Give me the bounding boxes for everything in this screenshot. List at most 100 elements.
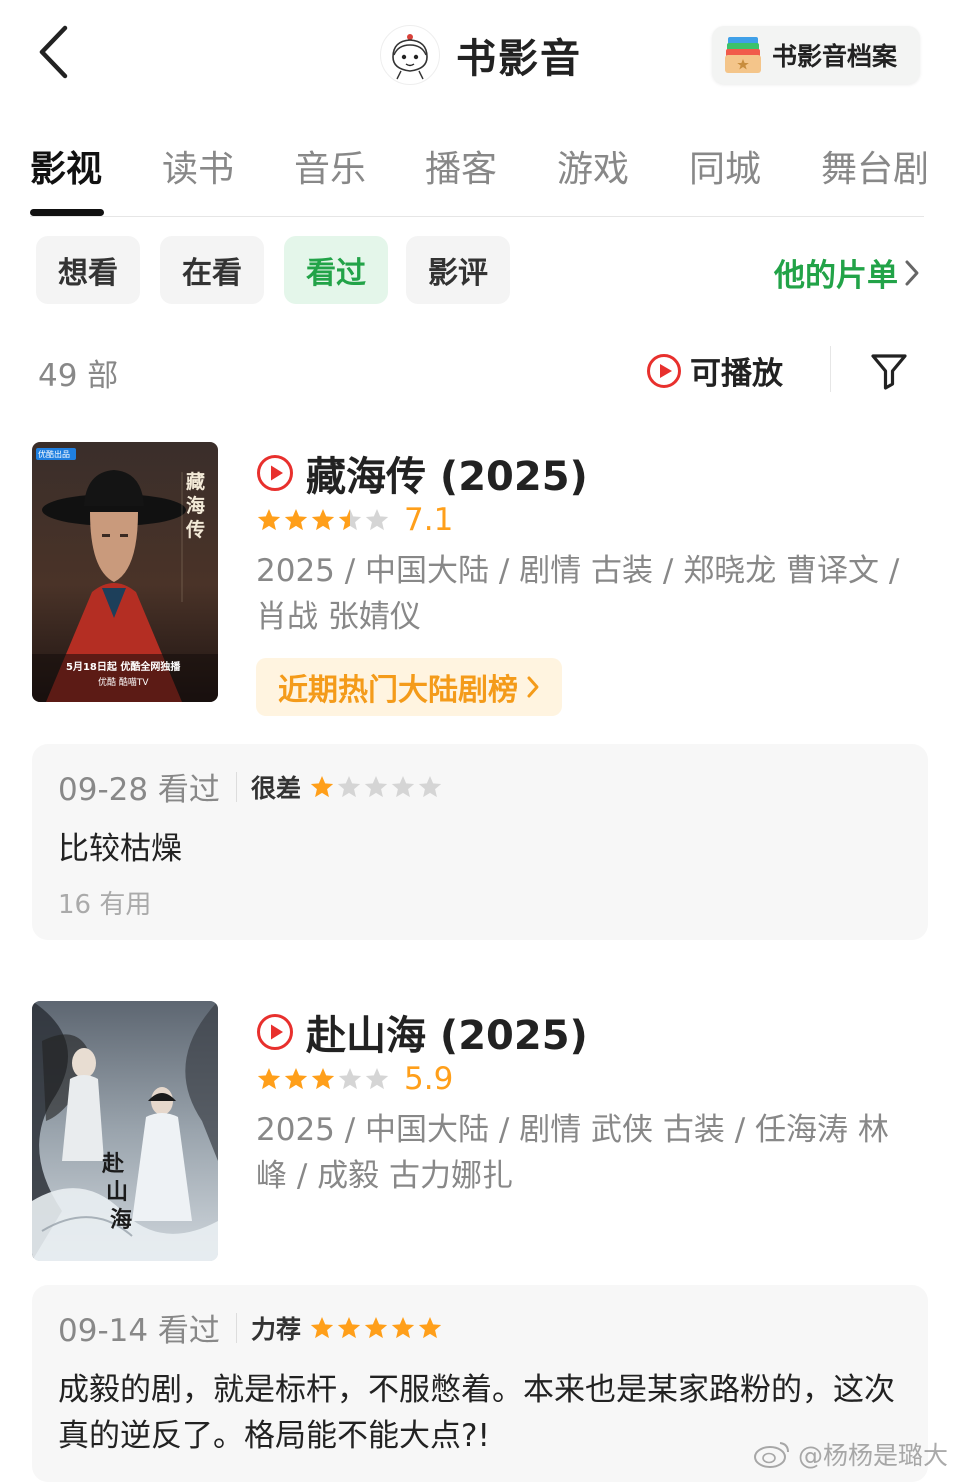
tab-stage-play[interactable]: 舞台剧 bbox=[821, 140, 929, 192]
avatar[interactable] bbox=[380, 25, 440, 85]
star-icon bbox=[310, 775, 334, 797]
review-text: 比较枯燥 bbox=[58, 831, 182, 867]
review-rating-label: 很差 bbox=[250, 773, 301, 803]
chevron-right-icon bbox=[527, 676, 539, 698]
weibo-logo-icon bbox=[753, 1442, 789, 1468]
star-icon bbox=[418, 775, 442, 797]
divider bbox=[235, 771, 237, 802]
ranking-label: 近期热门大陆剧榜 bbox=[278, 673, 518, 708]
poster-release-text: 5月18日起 优酷全网独播 bbox=[66, 660, 181, 673]
review-date: 09-28 看过 bbox=[58, 772, 220, 808]
rating-stars bbox=[256, 1066, 390, 1092]
poster-badge-text: 优酷出品 bbox=[38, 449, 70, 459]
tab-games[interactable]: 游戏 bbox=[557, 140, 629, 192]
movie-title-row: 藏海传 (2025) bbox=[256, 444, 588, 502]
item-count: 49 部 bbox=[38, 358, 119, 394]
movie-meta: 2025 / 中国大陆 / 剧情 武侠 古装 / 任海涛 林峰 / 成毅 古力娜… bbox=[256, 1112, 889, 1194]
chip-watching[interactable]: 在看 bbox=[160, 236, 264, 304]
svg-text:传: 传 bbox=[185, 518, 205, 541]
poster-image[interactable]: 赴 山 海 bbox=[32, 1001, 218, 1261]
star-icon bbox=[310, 1316, 334, 1338]
tab-music[interactable]: 音乐 bbox=[294, 140, 366, 192]
movie-title[interactable]: 赴山海 (2025) bbox=[306, 1003, 588, 1061]
svg-text:海: 海 bbox=[186, 494, 205, 517]
poster-platforms-text: 优酷 酷喵TV bbox=[98, 676, 149, 688]
chip-watched[interactable]: 看过 bbox=[284, 236, 388, 304]
play-circle-icon bbox=[647, 353, 681, 388]
review-header: 09-28 看过 很差 bbox=[58, 764, 443, 809]
play-circle-icon[interactable] bbox=[256, 454, 294, 492]
useful-count[interactable]: 16 有用 bbox=[58, 884, 151, 921]
rating-score: 7.1 bbox=[404, 502, 454, 538]
back-button[interactable] bbox=[28, 22, 78, 82]
star-icon bbox=[337, 775, 361, 797]
playable-label: 可播放 bbox=[690, 356, 783, 392]
tab-local-events[interactable]: 同城 bbox=[689, 140, 761, 192]
page-title: 书影音 bbox=[456, 36, 582, 82]
tab-books[interactable]: 读书 bbox=[162, 140, 234, 192]
star-icon bbox=[284, 508, 308, 531]
chip-reviews[interactable]: 影评 bbox=[406, 236, 510, 304]
brand: 书影音 bbox=[380, 22, 582, 88]
active-tab-indicator bbox=[30, 209, 104, 216]
funnel-icon bbox=[871, 354, 907, 390]
review-stars bbox=[309, 1315, 443, 1341]
poster-image[interactable]: 藏 海 传 优酷出品 5月18日起 优酷全网独播 优酷 酷喵TV bbox=[32, 442, 218, 702]
cartoon-avatar-icon bbox=[392, 34, 428, 80]
star-icon bbox=[284, 1067, 308, 1090]
archive-label: 书影音档案 bbox=[772, 42, 898, 71]
watermark-text: @杨杨是璐大 bbox=[797, 1441, 948, 1470]
star-icon bbox=[391, 775, 415, 797]
star-icon bbox=[365, 508, 389, 531]
divider bbox=[235, 1312, 237, 1343]
movie-title-row: 赴山海 (2025) bbox=[256, 1003, 588, 1061]
rating-stars bbox=[256, 507, 390, 533]
filter-button[interactable] bbox=[868, 350, 910, 392]
star-icon bbox=[257, 508, 281, 531]
star-icon bbox=[338, 1067, 362, 1090]
movie-item[interactable]: 藏 海 传 优酷出品 5月18日起 优酷全网独播 优酷 酷喵TV 藏海传 (20… bbox=[0, 442, 960, 942]
star-icon bbox=[418, 1316, 442, 1338]
star-icon bbox=[337, 1316, 361, 1338]
svg-text:山: 山 bbox=[106, 1179, 128, 1205]
star-icon bbox=[364, 1316, 388, 1338]
review-rating-label: 力荐 bbox=[250, 1314, 301, 1344]
star-icon bbox=[257, 1067, 281, 1090]
movie-item[interactable]: 赴 山 海 赴山海 (2025) 5.9 2025 / 中国大陆 / 剧情 武侠… bbox=[0, 1001, 960, 1482]
divider bbox=[830, 346, 831, 392]
chevron-right-icon bbox=[905, 260, 919, 285]
chip-want-to-watch[interactable]: 想看 bbox=[36, 236, 140, 304]
playlist-label: 他的片单 bbox=[774, 258, 898, 294]
review-header: 09-14 看过 力荐 bbox=[58, 1305, 443, 1350]
archive-box-icon bbox=[725, 37, 761, 73]
star-icon bbox=[311, 1067, 335, 1090]
status-filters: 想看 在看 看过 影评 他的片单 bbox=[0, 236, 960, 306]
divider bbox=[30, 216, 924, 217]
svg-text:赴: 赴 bbox=[101, 1151, 125, 1177]
category-tabs: 影视 读书 音乐 播客 游戏 同城 舞台剧 bbox=[0, 130, 960, 218]
star-icon bbox=[311, 508, 335, 531]
review-stars bbox=[309, 774, 443, 800]
rating-score: 5.9 bbox=[404, 1061, 454, 1097]
tab-podcast[interactable]: 播客 bbox=[425, 140, 497, 192]
review-date: 09-14 看过 bbox=[58, 1313, 220, 1349]
playable-toggle[interactable]: 可播放 bbox=[646, 348, 783, 393]
list-toolbar: 49 部 可播放 bbox=[0, 340, 960, 400]
svg-text:藏: 藏 bbox=[186, 470, 205, 493]
svg-text:海: 海 bbox=[110, 1207, 132, 1233]
star-icon bbox=[365, 1067, 389, 1090]
rating-row: 7.1 bbox=[256, 502, 453, 538]
chevron-left-icon bbox=[39, 25, 68, 79]
top-bar: 书影音 书影音档案 bbox=[0, 0, 960, 110]
review-card[interactable]: 09-28 看过 很差 比较枯燥 16 有用 bbox=[32, 744, 928, 940]
archive-button[interactable]: 书影音档案 bbox=[712, 26, 920, 84]
ranking-badge[interactable]: 近期热门大陆剧榜 bbox=[256, 658, 562, 716]
playlist-link[interactable]: 他的片单 bbox=[774, 250, 920, 295]
tab-film-tv[interactable]: 影视 bbox=[30, 140, 102, 192]
movie-title[interactable]: 藏海传 (2025) bbox=[306, 444, 588, 502]
star-icon bbox=[364, 775, 388, 797]
rating-row: 5.9 bbox=[256, 1061, 453, 1097]
watermark: @杨杨是璐大 bbox=[752, 1436, 948, 1472]
star-icon bbox=[391, 1316, 415, 1338]
play-circle-icon[interactable] bbox=[256, 1013, 294, 1051]
